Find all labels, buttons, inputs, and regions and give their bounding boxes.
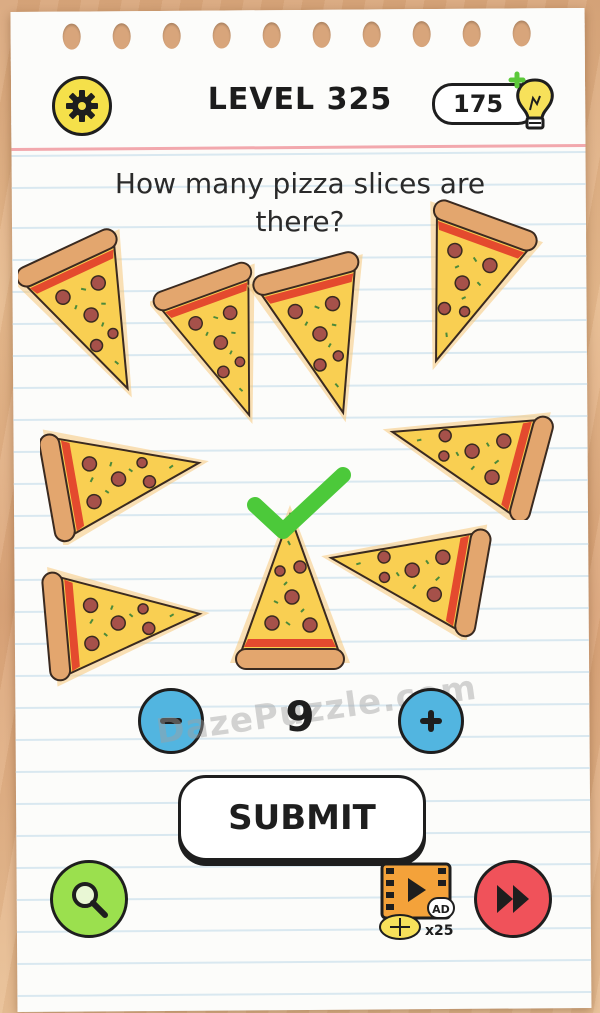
- settings-button[interactable]: [52, 76, 112, 136]
- ad-reward-count: x25: [425, 923, 454, 939]
- submit-label: SUBMIT: [228, 798, 376, 838]
- search-button[interactable]: [50, 860, 128, 938]
- pizza-slice: [380, 194, 547, 375]
- ad-badge: AD: [432, 903, 450, 916]
- binder-hole: [412, 21, 431, 48]
- hint-count: 175: [453, 90, 504, 118]
- checkmark-icon: [247, 467, 351, 539]
- level-title: LEVEL 325: [207, 82, 393, 117]
- binder-hole: [262, 22, 281, 49]
- binder-hole: [162, 22, 181, 49]
- binder-hole: [512, 20, 531, 47]
- skip-button[interactable]: [474, 860, 552, 938]
- answer-value: 9: [285, 692, 315, 741]
- magnifier-icon: [72, 882, 108, 918]
- lightbulb-plus-icon[interactable]: [505, 70, 567, 136]
- binder-hole: [62, 23, 81, 50]
- binder-hole: [212, 22, 231, 49]
- submit-button[interactable]: SUBMIT: [178, 775, 426, 861]
- plus-icon: [420, 710, 442, 732]
- binder-hole: [462, 20, 481, 47]
- plus-button[interactable]: [398, 688, 464, 754]
- gear-icon: [66, 90, 98, 122]
- fast-forward-icon: [497, 885, 529, 913]
- binder-hole: [312, 21, 331, 48]
- lightbulb-reward-icon: [379, 914, 421, 940]
- pizza-slice: [40, 401, 221, 545]
- binder-hole: [362, 21, 381, 48]
- pizza-slice: [40, 552, 216, 689]
- binder-hole: [112, 23, 131, 50]
